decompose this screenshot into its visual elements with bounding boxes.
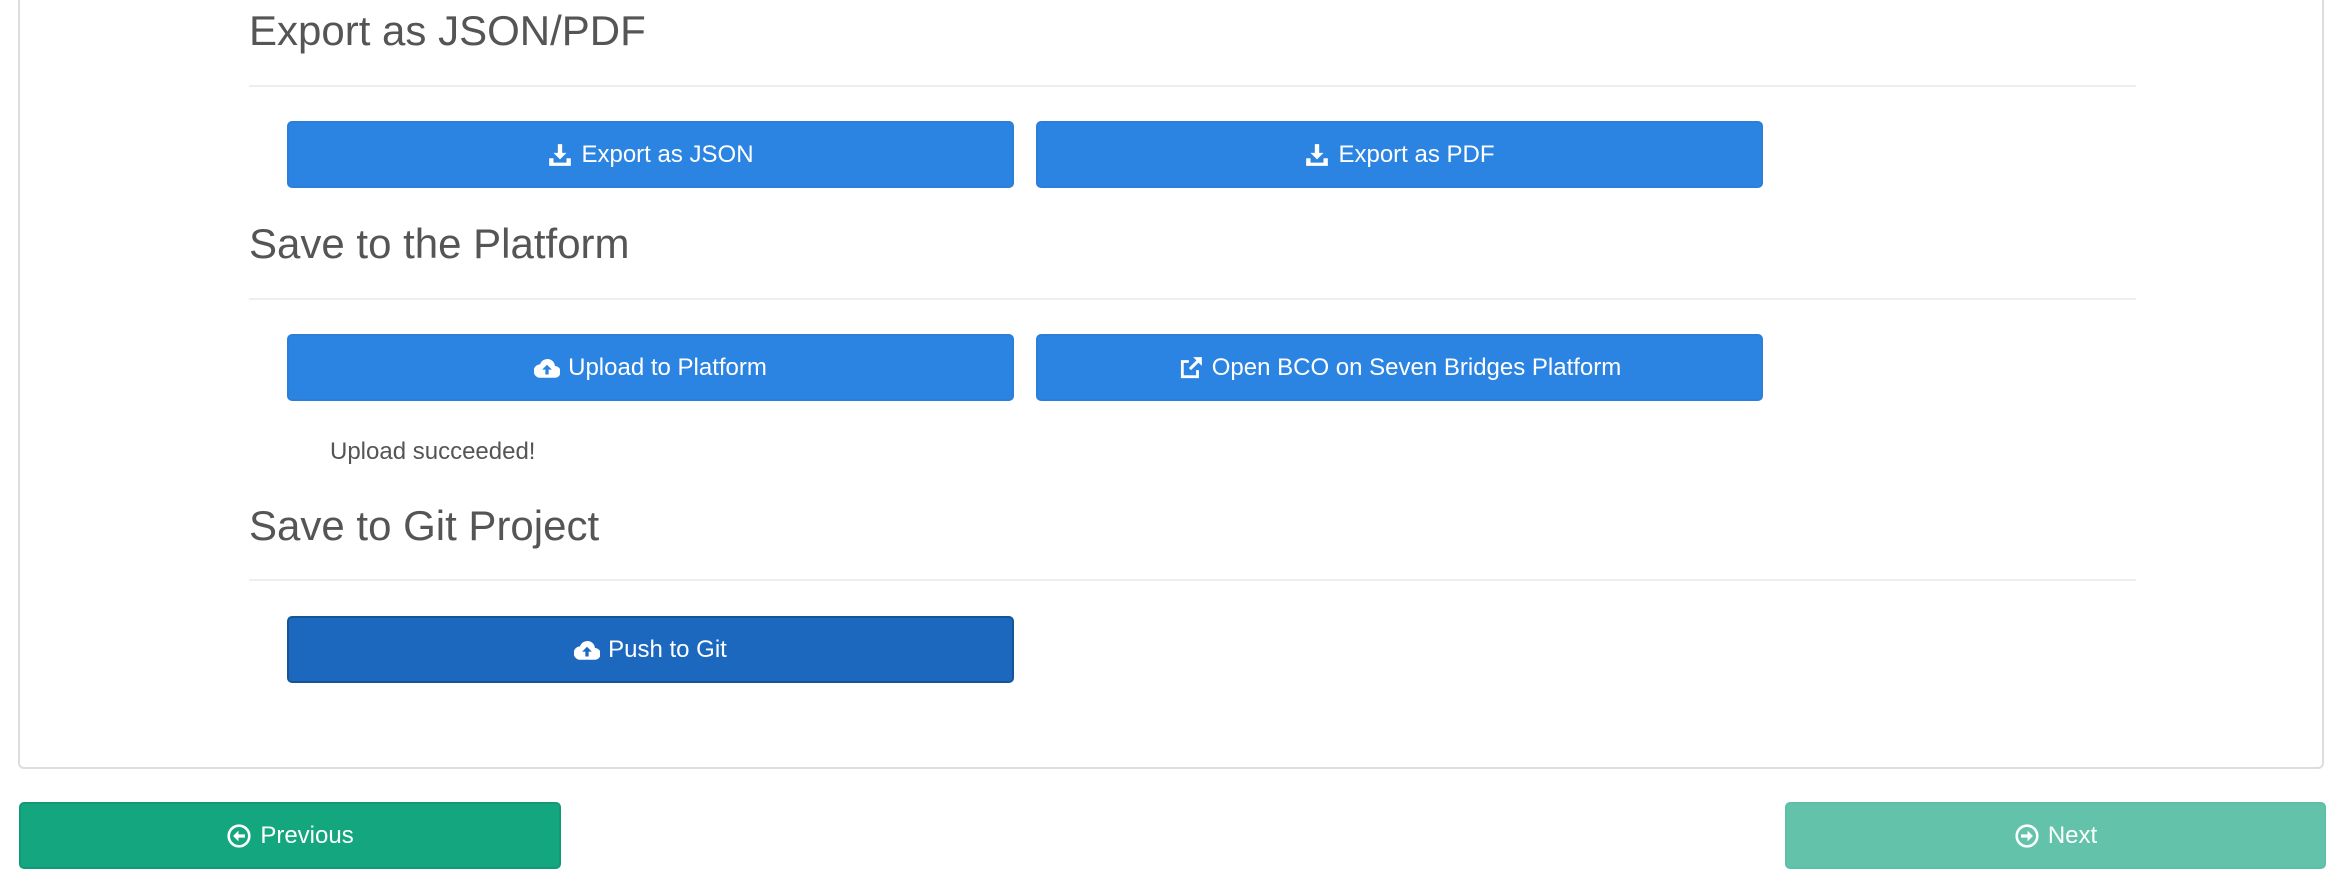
open-bco-label: Open BCO on Seven Bridges Platform [1211, 353, 1622, 381]
export-json-label: Export as JSON [581, 140, 754, 168]
download-icon [547, 142, 573, 168]
download-icon [1304, 142, 1330, 168]
upload-to-platform-button[interactable]: Upload to Platform [287, 334, 1014, 401]
external-link-icon [1178, 355, 1204, 381]
export-pdf-button[interactable]: Export as PDF [1036, 121, 1763, 188]
export-section-title: Export as JSON/PDF [249, 7, 646, 54]
cloud-upload-icon [574, 637, 601, 663]
platform-section-divider [249, 298, 2136, 300]
next-button[interactable]: Next [1785, 802, 2326, 869]
next-label: Next [2047, 821, 2098, 849]
export-json-button[interactable]: Export as JSON [287, 121, 1014, 188]
circle-arrow-right-icon [2014, 823, 2040, 849]
git-section-divider [249, 579, 2136, 581]
push-to-git-label: Push to Git [608, 635, 727, 663]
export-pdf-label: Export as PDF [1338, 140, 1495, 168]
export-panel: Export as JSON/PDF Export as JSON Export… [18, 0, 2324, 769]
circle-arrow-left-icon [226, 823, 252, 849]
git-section-title: Save to Git Project [249, 502, 600, 549]
export-section-divider [249, 85, 2136, 87]
upload-status-message: Upload succeeded! [330, 438, 536, 465]
cloud-upload-icon [534, 355, 561, 381]
previous-label: Previous [260, 821, 354, 849]
upload-to-platform-label: Upload to Platform [568, 353, 767, 381]
push-to-git-button[interactable]: Push to Git [287, 616, 1014, 683]
open-bco-button[interactable]: Open BCO on Seven Bridges Platform [1036, 334, 1763, 401]
platform-section-title: Save to the Platform [249, 220, 630, 267]
previous-button[interactable]: Previous [19, 802, 561, 869]
